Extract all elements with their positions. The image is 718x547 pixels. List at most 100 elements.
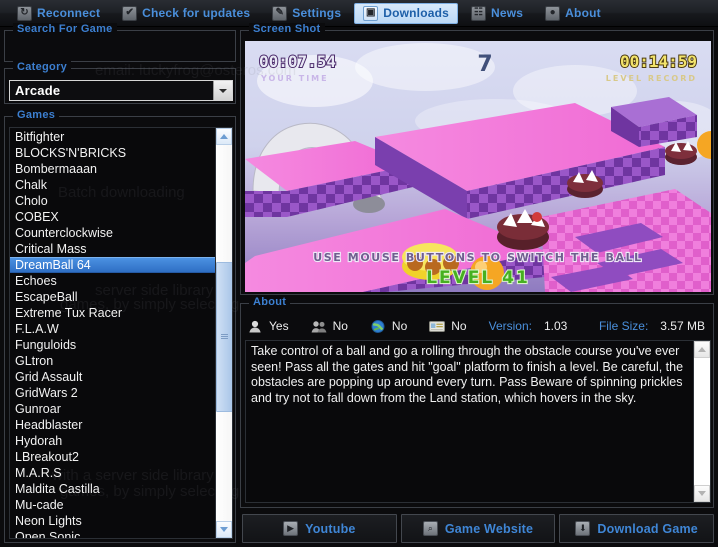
games-list-item-selected[interactable]: DreamBall 64 (10, 257, 215, 273)
comment-icon: ☷ (471, 5, 487, 21)
description-scroll-up-button[interactable] (694, 341, 710, 358)
online-globe-icon (370, 319, 386, 333)
search-group-legend: Search For Game (13, 23, 117, 35)
version-value: 1.03 (543, 319, 568, 333)
single-player-icon (247, 320, 263, 333)
toolbar-item-label: Check for updates (142, 6, 251, 20)
toolbar-item-check-for-updates[interactable]: ✔ Check for updates (113, 3, 259, 24)
chevron-down-icon[interactable] (213, 81, 232, 100)
search-icon: ⌕ (422, 521, 438, 536)
games-list-item[interactable]: Echoes (10, 273, 215, 289)
games-list-item[interactable]: Neon Lights (10, 513, 215, 529)
description-container: Take control of a ball and go a rolling … (245, 340, 711, 503)
games-list-item[interactable]: Extreme Tux Racer (10, 305, 215, 321)
games-list-item[interactable]: Mu-cade (10, 497, 215, 513)
gate-number: 7 (477, 52, 492, 77)
about-group: About Yes No No No Version: 1.03 File Size: 3.5… (240, 296, 714, 508)
version-field: Version: 1.03 (489, 319, 568, 333)
toolbar-item-news[interactable]: ☷ News (462, 3, 532, 24)
multi-player-icon (311, 320, 327, 333)
game-website-button[interactable]: ⌕ Game Website (400, 514, 556, 543)
play-icon: ▶ (283, 521, 299, 536)
games-list-item[interactable]: Headblaster (10, 417, 215, 433)
games-list-item[interactable]: Chalk (10, 177, 215, 193)
about-flag-value: No (391, 319, 408, 333)
scrollbar-track[interactable] (216, 145, 232, 521)
toolbar-item-settings[interactable]: ✎ Settings (263, 3, 350, 24)
games-list-item[interactable]: Critical Mass (10, 241, 215, 257)
hud-hint-text: USE MOUSE BUTTONS TO SWITCH THE BALL (313, 251, 643, 264)
game-screenshot: 7 00:07.54 YOUR TIME 00:14:59 LEVEL RECO… (245, 41, 711, 292)
games-list-item[interactable]: Bitfighter (10, 129, 215, 145)
games-list-item[interactable]: Funguloids (10, 337, 215, 353)
games-group: Games Bitfighter BLOCKS'N'BRICKS Bombermaa… (4, 109, 236, 543)
description-scroll-down-button[interactable] (694, 485, 710, 502)
category-group: Category Arcade (4, 61, 236, 104)
scroll-down-button[interactable] (216, 521, 232, 538)
games-list-item[interactable]: Cholo (10, 193, 215, 209)
scrollbar-thumb[interactable] (216, 261, 232, 412)
games-list[interactable]: Bitfighter BLOCKS'N'BRICKS Bombermaaan Chal… (10, 128, 215, 538)
games-group-legend: Games (13, 109, 60, 121)
screenshot-image: 7 00:07.54 YOUR TIME 00:14:59 LEVEL RECO… (245, 41, 711, 292)
games-list-item[interactable]: COBEX (10, 209, 215, 225)
hud-your-time-value: 00:07.54 (259, 52, 336, 71)
about-flag-single-player: Yes (247, 319, 289, 333)
person-icon: ● (545, 5, 561, 21)
hud-level-text: LEVEL 41 (426, 268, 530, 288)
scroll-up-button[interactable] (216, 128, 232, 145)
filesize-field: File Size: 3.57 MB (599, 319, 705, 333)
description-scrollbar[interactable] (693, 341, 710, 502)
search-input[interactable] (8, 41, 232, 59)
toolbar-item-label: Settings (292, 6, 342, 20)
wrench-icon: ✎ (272, 5, 288, 21)
games-list-item[interactable]: GridWars 2 (10, 385, 215, 401)
games-list-item[interactable]: F.L.A.W (10, 321, 215, 337)
download-game-button[interactable]: ⬇ Download Game (559, 514, 715, 543)
games-list-item[interactable]: Hydorah (10, 433, 215, 449)
games-list-item[interactable]: GLtron (10, 353, 215, 369)
youtube-button[interactable]: ▶ Youtube (242, 514, 397, 543)
toolbar-item-about[interactable]: ● About (536, 3, 610, 24)
button-label: Youtube (305, 521, 356, 536)
games-list-item[interactable]: Counterclockwise (10, 225, 215, 241)
games-list-item[interactable]: M.A.R.S (10, 465, 215, 481)
action-button-row: ▶ Youtube ⌕ Game Website ⬇ Download Game (242, 514, 715, 543)
toolbar-item-label: Downloads (383, 6, 450, 20)
games-list-item[interactable]: Gunroar (10, 401, 215, 417)
button-label: Download Game (597, 521, 698, 536)
screenshot-group: Screen Shot 7 00:07.54 YOUR TIME 00:14:5… (240, 23, 714, 295)
games-list-item[interactable]: Maldita Castilla (10, 481, 215, 497)
games-list-item[interactable]: BLOCKS'N'BRICKS (10, 145, 215, 161)
button-label: Game Website (444, 521, 534, 536)
about-flag-value: No (332, 319, 348, 333)
about-meta-row: Yes No No No Version: 1.03 File Size: 3.57 MB (247, 316, 709, 336)
hud-your-time-label: YOUR TIME (260, 74, 329, 83)
games-list-item[interactable]: LBreakout2 (10, 449, 215, 465)
filesize-value: 3.57 MB (660, 319, 705, 333)
license-card-icon (429, 320, 446, 333)
toolbar-item-label: News (491, 6, 524, 20)
games-list-item[interactable]: Bombermaaan (10, 161, 215, 177)
screenshot-group-legend: Screen Shot (249, 23, 325, 35)
games-list-item[interactable]: EscapeBall (10, 289, 215, 305)
check-icon: ✔ (122, 5, 138, 21)
category-group-legend: Category (13, 61, 72, 73)
games-list-item[interactable]: Open Sonic (10, 529, 215, 538)
description-scrollbar-track[interactable] (694, 358, 710, 485)
application-window: ↻ Reconnect ✔ Check for updates ✎ Settings ▣ Do… (0, 0, 718, 547)
hud-level-record-label: LEVEL RECORD (606, 74, 697, 83)
toolbar-item-downloads[interactable]: ▣ Downloads (354, 2, 459, 24)
download-icon: ⬇ (575, 521, 591, 536)
hud-level-record-value: 00:14:59 (620, 52, 697, 71)
search-for-game-group: Search For Game (4, 23, 236, 62)
category-select[interactable]: Arcade (9, 80, 233, 101)
about-flag-license-card: No (429, 319, 467, 333)
about-group-legend: About (249, 296, 291, 308)
toolbar-item-reconnect[interactable]: ↻ Reconnect (8, 3, 109, 24)
refresh-icon: ↻ (17, 5, 32, 21)
games-list-item[interactable]: Grid Assault (10, 369, 215, 385)
about-flag-online-globe: No (370, 319, 407, 333)
category-selected-value: Arcade (15, 83, 61, 98)
games-list-scrollbar[interactable] (215, 128, 232, 538)
